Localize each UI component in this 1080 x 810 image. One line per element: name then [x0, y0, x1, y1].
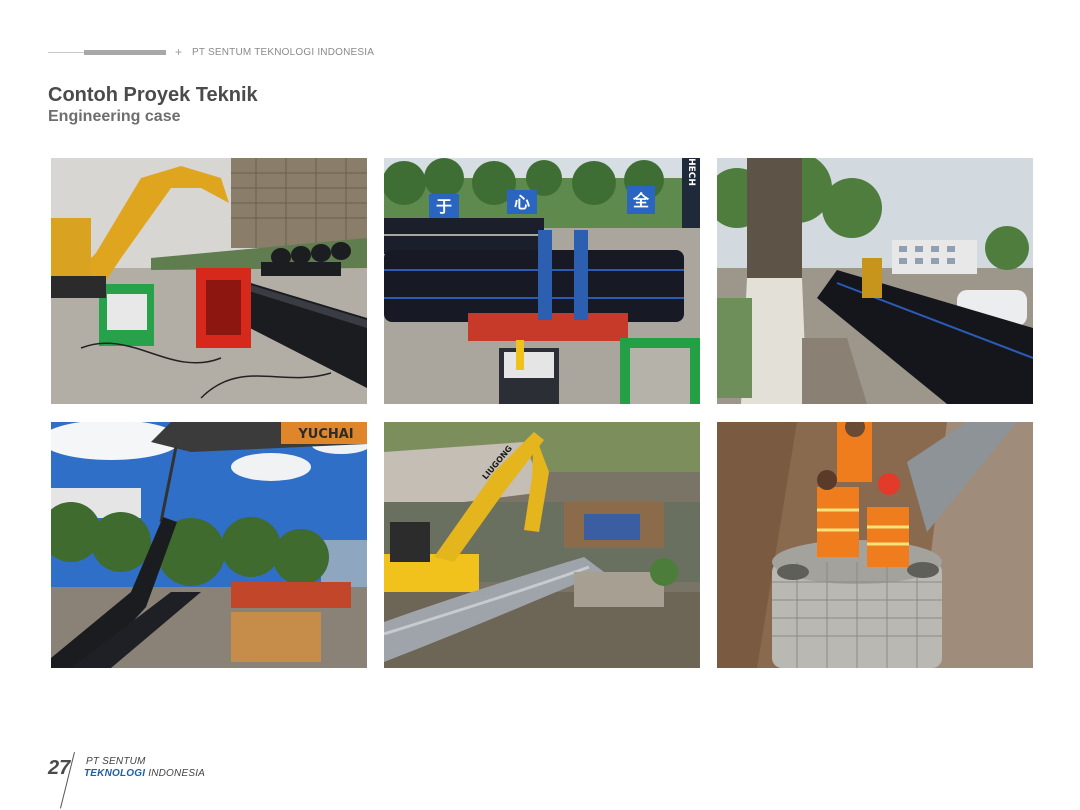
footer-company-rest: INDONESIA	[145, 768, 206, 779]
header-rule-thin	[48, 52, 84, 53]
pole-text: HECH	[686, 158, 696, 186]
header-rule-thick	[84, 50, 166, 55]
sign-text-1: 于	[436, 197, 452, 216]
footer-company-line1: PT SENTUM	[86, 756, 146, 767]
photo-river-crossing-pipe-install: LIUGONG	[384, 422, 700, 668]
footer-company-highlight: TEKNOLOGI	[84, 768, 146, 779]
photo-pipe-fusion-machine: 于 心 全 HECH	[384, 158, 700, 404]
sign-text-2: 心	[514, 193, 530, 212]
page-subtitle: Engineering case	[48, 108, 181, 125]
photo-excavator-pipe-welding-site	[51, 158, 367, 404]
header-company-name: PT SENTUM TEKNOLOGI INDONESIA	[192, 47, 375, 58]
page-title: Contoh Proyek Teknik	[48, 84, 258, 106]
footer-company-line2: TEKNOLOGI INDONESIA	[84, 768, 205, 780]
photo-roadside-pipeline-laying	[717, 158, 1033, 404]
header-plus-symbol: +	[175, 45, 183, 59]
photo-crane-lifting-pipe: YUCHAI	[51, 422, 367, 668]
sign-text-3: 全	[632, 191, 650, 210]
photo-workers-manhole-construction	[717, 422, 1033, 668]
crane-brand-text: YUCHAI	[297, 427, 353, 442]
